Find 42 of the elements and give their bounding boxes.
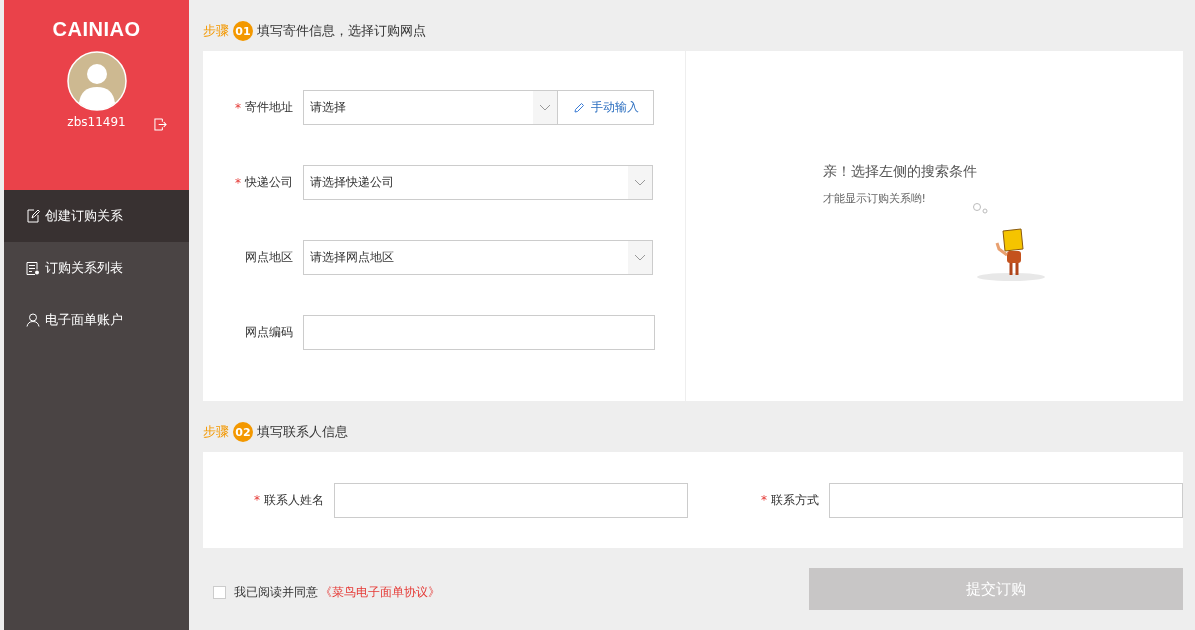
- edit-icon: [26, 209, 40, 223]
- field-label: 寄件地址: [245, 99, 293, 116]
- required-mark: *: [235, 175, 241, 190]
- hint-subtitle: 才能显示订购关系哟!: [822, 191, 927, 206]
- field-label: 快递公司: [245, 174, 293, 191]
- field-label: 联系人姓名: [264, 491, 324, 509]
- required-mark: *: [761, 493, 767, 507]
- agreement-link[interactable]: 《菜鸟电子面单协议》: [320, 583, 440, 601]
- field-label: 联系方式: [771, 491, 819, 509]
- checkbox[interactable]: [213, 585, 226, 599]
- sidebar-item[interactable]: 创建订购关系: [4, 190, 189, 242]
- document-icon: [26, 260, 40, 276]
- pencil-icon: [572, 101, 585, 114]
- manual-input-button[interactable]: 手动输入: [558, 90, 654, 125]
- required-mark: *: [254, 493, 260, 507]
- chevron-down-icon: [634, 254, 646, 261]
- avatar-icon: [66, 51, 127, 111]
- step-title: 填写寄件信息，选择订购网点: [257, 22, 426, 40]
- field-label: 网点编码: [245, 324, 293, 341]
- logout-icon[interactable]: [154, 118, 167, 131]
- username: zbs11491: [67, 115, 126, 129]
- input-field[interactable]: [829, 482, 1183, 518]
- select-field[interactable]: 请选择快递公司: [303, 165, 653, 200]
- select-field[interactable]: 请选择: [303, 90, 558, 125]
- step-number-badge: 01: [233, 21, 253, 41]
- agreement-text: 我已阅读并同意: [234, 583, 318, 601]
- select-field[interactable]: 请选择网点地区: [303, 240, 653, 275]
- hint-title: 亲！选择左侧的搜索条件: [822, 163, 977, 181]
- chevron-down-icon: [539, 104, 551, 111]
- step-number-badge: 02: [233, 422, 253, 442]
- logo: CAINIAO: [52, 18, 141, 41]
- input-field[interactable]: [303, 315, 655, 350]
- required-mark: *: [235, 100, 241, 115]
- step-title: 填写联系人信息: [257, 423, 348, 441]
- sidebar-item[interactable]: 电子面单账户: [4, 294, 189, 346]
- step-prefix: 步骤: [203, 22, 229, 40]
- chevron-down-icon: [634, 179, 646, 186]
- step-prefix: 步骤: [203, 423, 229, 441]
- user-icon: [26, 313, 40, 327]
- sidebar-item[interactable]: 订购关系列表: [4, 242, 189, 294]
- field-label: 网点地区: [245, 249, 293, 266]
- input-field[interactable]: [334, 482, 688, 518]
